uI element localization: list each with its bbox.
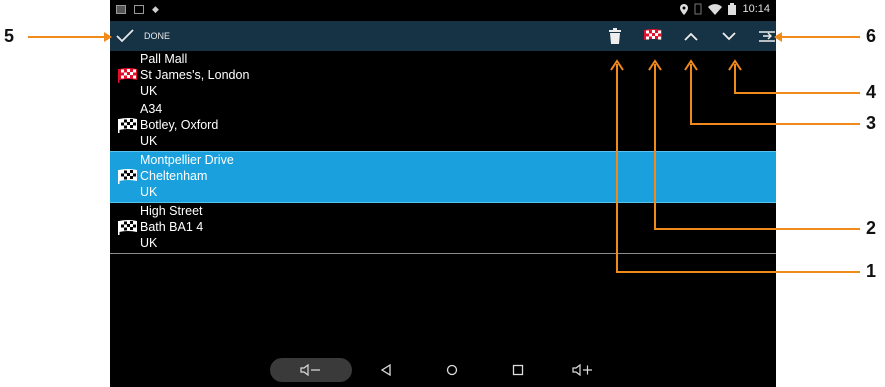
callout-number-4: 4 xyxy=(866,82,877,102)
callout-line-2 xyxy=(654,64,860,230)
callout-number-1: 1 xyxy=(866,261,877,281)
callout-number-5: 5 xyxy=(4,26,15,46)
callout-line-1 xyxy=(616,64,860,273)
callout-line-4 xyxy=(734,64,860,94)
callout-lines xyxy=(28,32,860,273)
callout-number-3: 3 xyxy=(866,113,877,133)
callout-number-2: 2 xyxy=(866,218,877,238)
callout-number-6: 6 xyxy=(866,26,877,46)
